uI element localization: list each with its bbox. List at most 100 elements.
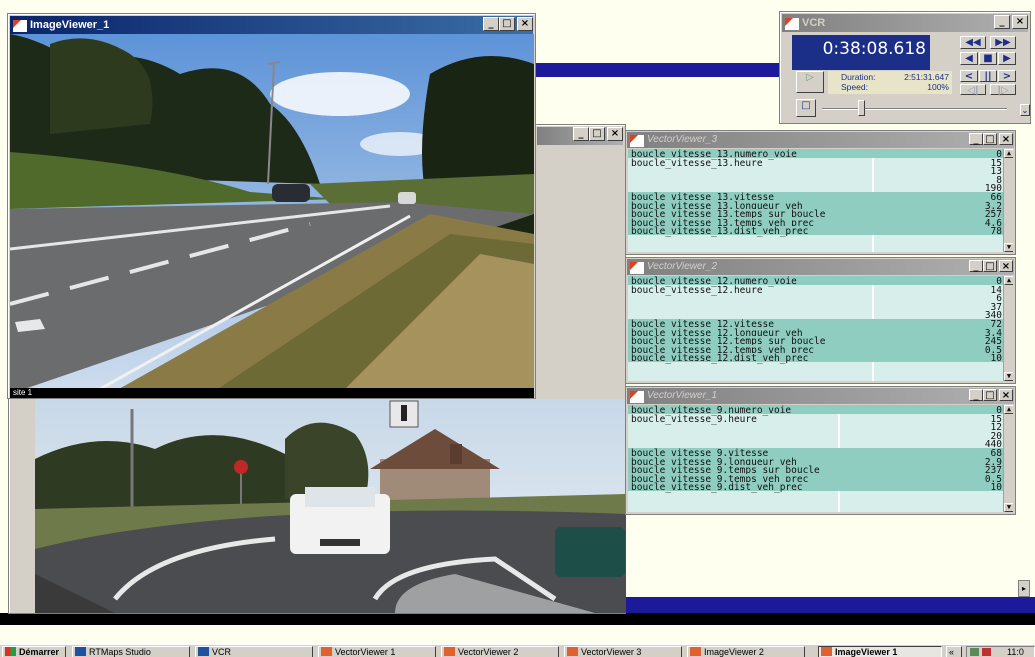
close-icon[interactable]: × (999, 133, 1013, 145)
vector-key: boucle_vitesse_13.dist_veh_prec (631, 226, 809, 238)
chevron-down-icon[interactable]: ⌄ (1020, 104, 1030, 116)
taskbar-item-rtmaps-studio[interactable]: RTMaps Studio (72, 646, 190, 657)
play-forward-button[interactable]: ▶ (998, 52, 1016, 65)
scroll-down-icon[interactable]: ▼ (1004, 503, 1013, 512)
background-app-scrollbar[interactable]: ▸ (1018, 580, 1030, 597)
vector-viewer-title-buttons: _ □ × (969, 260, 1013, 272)
tray-volume-icon[interactable] (982, 648, 991, 656)
fast-forward-end-button[interactable]: ▶▶ (990, 36, 1016, 49)
vector-row: boucle_vitesse_9.temps_sur_boucle 237 (628, 465, 1004, 476)
vcr-titlebar[interactable]: VCR (782, 14, 1028, 32)
close-icon[interactable]: × (999, 260, 1013, 272)
maximize-icon[interactable]: □ (983, 389, 997, 401)
vcr-title-buttons: _ × (994, 15, 1028, 29)
taskbar-item-vectorviewer-2[interactable]: VectorViewer 2 (441, 646, 559, 657)
vector-row: boucle_vitesse_12.heure 14 6 37 340 (628, 285, 1004, 322)
close-icon[interactable]: × (1012, 15, 1028, 29)
taskbar-item-vectorviewer-3[interactable]: VectorViewer 3 (564, 646, 682, 657)
taskbar: Démarrer RTMaps Studio VCR VectorViewer … (0, 644, 1035, 657)
vector-key: boucle_vitesse_12.longueur_veh (631, 327, 803, 339)
vector-row: boucle_vitesse_12.longueur_veh 3.4 (628, 327, 1004, 339)
minimize-icon[interactable]: _ (994, 15, 1010, 29)
close-icon[interactable]: × (607, 127, 623, 141)
scroll-up-icon[interactable]: ▲ (1004, 405, 1013, 414)
frame-back-button[interactable]: ◁| (960, 84, 986, 96)
vector-viewer-table: boucle_vitesse_13.numero_voie 0 boucle_vit… (628, 149, 1013, 252)
maximize-icon[interactable]: □ (983, 260, 997, 272)
vector-viewer-titlebar[interactable]: VectorViewer_1 (627, 388, 1014, 404)
image-viewer-1-window[interactable]: ImageViewer_1 _ □ × site 1 (7, 13, 536, 399)
vector-row: boucle_vitesse_12.dist_veh_prec 10 (628, 353, 1004, 364)
taskbar-item-label: ImageViewer 1 (835, 647, 898, 657)
vector-key: boucle_vitesse_9.vitesse (631, 448, 769, 459)
rtmaps-app-icon (630, 262, 644, 274)
scroll-down-icon[interactable]: ▼ (1004, 372, 1013, 381)
taskbar-item-vcr[interactable]: VCR (195, 646, 313, 657)
pause-button[interactable]: || (979, 70, 997, 82)
close-icon[interactable]: × (517, 17, 533, 31)
scroll-down-icon[interactable]: ▼ (1004, 243, 1013, 252)
play-button[interactable]: ▷ (796, 71, 824, 93)
taskbar-item-imageviewer-1[interactable]: ImageViewer 1 (818, 646, 942, 657)
minimize-icon[interactable]: _ (573, 127, 589, 141)
taskbar-overflow-button[interactable]: « (946, 646, 962, 657)
taskbar-item-vectorviewer-1[interactable]: VectorViewer 1 (318, 646, 436, 657)
minimize-icon[interactable]: _ (483, 17, 499, 31)
scroll-up-icon[interactable]: ▲ (1004, 149, 1013, 158)
play-reverse-button[interactable]: ◀ (960, 52, 978, 65)
minimize-icon[interactable]: _ (969, 389, 983, 401)
tray-network-icon[interactable] (970, 648, 979, 656)
vector-key: boucle_vitesse_13.numero_voie (631, 149, 797, 160)
vector-viewer-scrollbar[interactable]: ▲ ▼ (1003, 405, 1013, 512)
vector-viewer-titlebar[interactable]: VectorViewer_3 (627, 132, 1014, 148)
rtmaps-app-icon (75, 647, 86, 656)
vector-row: boucle_vitesse_12.vitesse 72 (628, 319, 1004, 330)
stop-button[interactable]: ■ (979, 52, 997, 65)
vector-viewer-window[interactable]: VectorViewer_2 _ □ × boucle_vitesse_12.numer… (625, 257, 1016, 384)
vector-viewer-scrollbar[interactable]: ▲ ▼ (1003, 149, 1013, 252)
rtmaps-app-icon (630, 391, 644, 403)
scroll-up-icon[interactable]: ▲ (1004, 276, 1013, 285)
maximize-icon[interactable]: □ (499, 17, 515, 31)
vector-viewer-title: VectorViewer_3 (647, 134, 718, 145)
vector-viewer-window[interactable]: VectorViewer_3 _ □ × boucle_vitesse_13.numer… (625, 130, 1016, 255)
rtmaps-app-icon (821, 647, 832, 656)
rtmaps-app-icon (567, 647, 578, 656)
vector-row: boucle_vitesse_12.temps_sur_boucle 245 (628, 336, 1004, 347)
start-label: Démarrer (19, 647, 60, 657)
vector-row: boucle_vitesse_9.heure 15 12 20 440 (628, 414, 1004, 451)
frame-forward-button[interactable]: |▷ (990, 84, 1016, 96)
vector-row: boucle_vitesse_13.temps_sur_boucle 257 (628, 209, 1004, 220)
rewind-start-button[interactable]: ◀◀ (960, 36, 986, 49)
rtmaps-app-icon (321, 647, 332, 656)
minimize-icon[interactable]: _ (969, 133, 983, 145)
vector-row: boucle_vitesse_9.longueur_veh 2.9 (628, 456, 1004, 468)
close-icon[interactable]: × (999, 389, 1013, 401)
minimize-icon[interactable]: _ (969, 260, 983, 272)
speed-slider-thumb[interactable] (858, 100, 865, 116)
taskbar-item-imageviewer-2[interactable]: ImageViewer 2 (687, 646, 805, 657)
system-tray: 11:0 (966, 646, 1035, 657)
vector-value: 78 (990, 226, 1002, 238)
maximize-icon[interactable]: □ (589, 127, 605, 141)
step-forward-button[interactable]: > (998, 70, 1016, 82)
vector-viewer-scrollbar[interactable]: ▲ ▼ (1003, 276, 1013, 381)
maximize-icon[interactable]: □ (983, 133, 997, 145)
vcr-window[interactable]: VCR _ × 0:38:08.618 ◀◀ ▶▶ ◀ ■ ▶ ▷ Durati… (779, 11, 1031, 124)
vector-viewer-title: VectorViewer_2 (647, 261, 718, 272)
record-stop-button[interactable]: □ (796, 99, 816, 117)
start-button[interactable]: Démarrer (2, 646, 66, 657)
step-back-button[interactable]: < (960, 70, 978, 82)
vcr-info-display: Duration: 2:51:31.647 Speed: 100% (828, 71, 952, 94)
vector-key: boucle_vitesse_13.vitesse (631, 192, 774, 203)
image-viewer-1-titlebar[interactable]: ImageViewer_1 (10, 16, 533, 34)
vector-viewer-window[interactable]: VectorViewer_1 _ □ × boucle_vitesse_9.numero… (625, 386, 1016, 515)
speed-slider[interactable] (822, 108, 1007, 110)
image-viewer-1-caption-bar: site 1 (10, 388, 534, 398)
vector-viewer-titlebar[interactable]: VectorViewer_2 (627, 259, 1014, 275)
vcr-title: VCR (802, 17, 826, 29)
vector-key: boucle_vitesse_9.numero_voie (631, 405, 792, 416)
vector-viewer-table: boucle_vitesse_12.numero_voie 0 boucle_vit… (628, 276, 1013, 381)
vector-key: boucle_vitesse_13.temps_veh_prec (631, 217, 815, 229)
image-viewer-2-video-frame (35, 399, 626, 613)
